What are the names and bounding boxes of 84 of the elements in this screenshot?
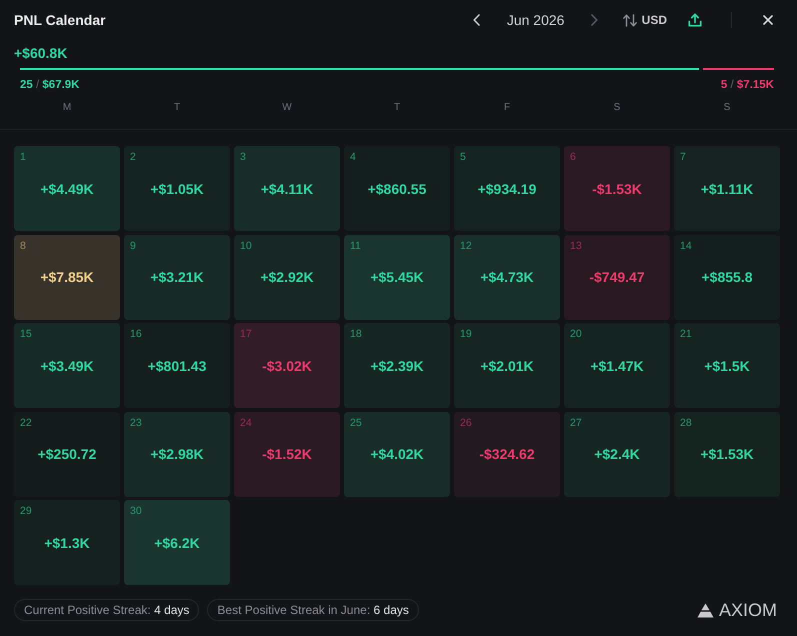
pnl-value: +$2.98K (150, 445, 204, 463)
day-number: 18 (350, 328, 362, 340)
day-number: 19 (460, 328, 472, 340)
day-number: 4 (350, 151, 356, 163)
pnl-value: +$2.39K (370, 356, 424, 374)
pnl-value: +$3.49K (40, 356, 94, 374)
window-title: PNL Calendar (14, 12, 106, 28)
day-number: 9 (130, 240, 136, 252)
pnl-value: +$1.47K (590, 356, 644, 374)
day-number: 26 (460, 416, 472, 428)
pnl-value: +$4.11K (260, 180, 314, 198)
day-number: 25 (350, 416, 362, 428)
day-number: 6 (570, 151, 576, 163)
pnl-value: +$860.55 (368, 180, 426, 198)
day-number: 21 (680, 328, 692, 340)
day-number: 2 (130, 151, 136, 163)
day-number: 29 (20, 505, 32, 517)
pnl-value: +$801.43 (148, 356, 206, 374)
losing-days-summary: 5 / $7.15K (720, 78, 774, 92)
upload-icon (688, 13, 702, 27)
pnl-value: +$1.05K (150, 180, 204, 198)
pnl-value: +$934.19 (478, 180, 536, 198)
pnl-value: -$1.52K (262, 445, 312, 463)
day-number: 27 (570, 416, 582, 428)
export-button[interactable] (687, 11, 703, 29)
pnl-value: +$2.4K (594, 445, 640, 463)
day-number: 3 (240, 151, 246, 163)
weekday-label: W (282, 101, 292, 115)
day-number: 14 (680, 240, 692, 252)
pnl-value: +$4.49K (40, 180, 94, 198)
day-number: 12 (460, 240, 472, 252)
pyramid-logo-icon (696, 602, 714, 618)
pnl-value: -$3.02K (262, 356, 312, 374)
chevron-right-icon (591, 14, 598, 26)
pnl-value: +$1.53K (700, 445, 754, 463)
pnl-value: +$2.01K (480, 356, 534, 374)
pnl-value: +$7.85K (40, 268, 94, 286)
pnl-value: -$749.47 (589, 268, 645, 286)
weekday-label: M (62, 101, 72, 115)
close-icon (763, 15, 773, 25)
day-number: 16 (130, 328, 142, 340)
weekday-label: S (614, 101, 620, 115)
weekday-label: T (174, 101, 180, 115)
day-number: 15 (20, 328, 32, 340)
winning-days-summary: 25 / $67.9K (20, 78, 80, 92)
day-number: 17 (240, 328, 252, 340)
day-number: 10 (240, 240, 252, 252)
chevron-left-icon (473, 14, 480, 26)
weekday-label: S (724, 101, 730, 115)
pnl-value: +$4.02K (370, 445, 424, 463)
day-number: 22 (20, 416, 32, 428)
streak-chip: Best Positive Streak in June: 6 days (207, 599, 419, 621)
total-pnl: +$60.8K (14, 44, 68, 62)
day-number: 5 (460, 151, 466, 163)
pnl-value: +$2.92K (260, 268, 314, 286)
day-number: 24 (240, 416, 252, 428)
day-number: 28 (680, 416, 692, 428)
day-number: 11 (350, 240, 361, 252)
pnl-value: +$6.2K (154, 534, 200, 552)
currency-toggle[interactable]: USD (622, 10, 667, 30)
streak-chip: Current Positive Streak: 4 days (14, 599, 200, 621)
month-label: Jun 2026 (506, 11, 566, 29)
pnl-value: +$1.3K (44, 534, 90, 552)
pnl-value: +$250.72 (38, 445, 96, 463)
sort-arrows-icon (622, 14, 637, 26)
close-button[interactable] (762, 13, 774, 27)
day-number: 20 (570, 328, 582, 340)
day-number: 1 (20, 151, 26, 163)
pnl-value: +$3.21K (150, 268, 204, 286)
day-number: 7 (680, 151, 686, 163)
day-number: 13 (570, 240, 582, 252)
pnl-value: -$324.62 (479, 445, 535, 463)
day-number: 8 (20, 240, 26, 252)
weekday-label: F (504, 101, 510, 115)
day-number: 30 (130, 505, 142, 517)
pnl-value: +$855.8 (702, 268, 752, 286)
pnl-value: -$1.53K (592, 180, 642, 198)
day-number: 23 (130, 416, 142, 428)
weekday-label: T (394, 101, 400, 115)
pnl-value: +$1.11K (700, 180, 754, 198)
pnl-value: +$4.73K (480, 268, 534, 286)
pnl-value: +$1.5K (704, 356, 750, 374)
pnl-value: +$5.45K (370, 268, 424, 286)
brand-name: AXIOM (718, 600, 777, 620)
